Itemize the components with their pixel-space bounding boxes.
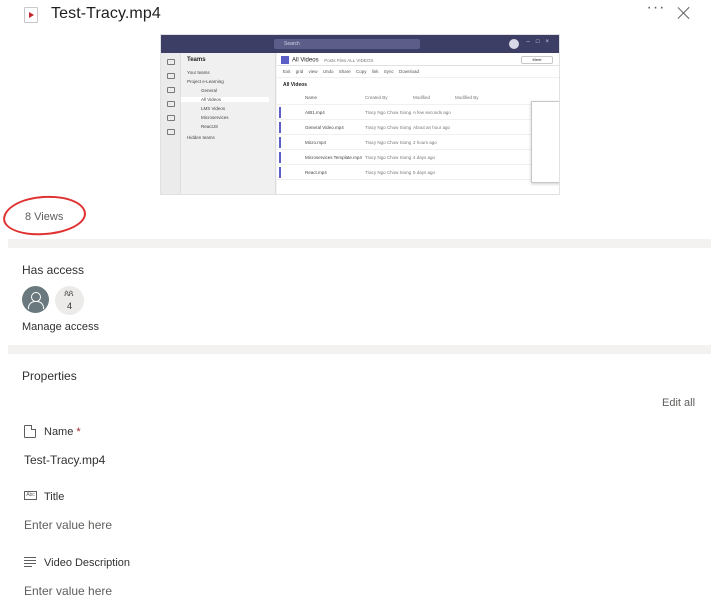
shared-group-badge[interactable]: ጰጰ 4 [55, 286, 84, 315]
people-icon: ጰጰ [64, 288, 74, 298]
thumb-search: Search [274, 39, 420, 49]
thumb-filter-dropdown [531, 101, 559, 183]
thumb-titlebar: Search –□× [161, 35, 559, 53]
name-value[interactable]: Test-Tracy.mp4 [24, 453, 105, 467]
text-field-icon: Abc [24, 491, 37, 500]
multiline-text-icon [24, 557, 36, 570]
name-label: Name * [44, 426, 81, 438]
thumb-avatar [509, 39, 519, 49]
section-divider [8, 345, 711, 354]
description-label: Video Description [44, 557, 131, 569]
thumb-teams-list: Teams Your teams Project e-Learning Gene… [181, 53, 276, 194]
panel-header: Test-Tracy.mp4 ··· [0, 0, 711, 30]
properties-heading: Properties [22, 369, 77, 383]
thumb-app-rail [161, 53, 181, 194]
section-divider [8, 239, 711, 248]
more-options-button[interactable]: ··· [646, 0, 666, 21]
thumb-main: All Videos Posts Files ALL VIDEOS Meet E… [277, 53, 559, 194]
document-icon [24, 425, 36, 438]
required-mark: * [76, 426, 81, 438]
title-input[interactable]: Enter value here [24, 518, 112, 532]
edit-all-button[interactable]: Edit all [662, 397, 695, 409]
has-access-heading: Has access [22, 263, 85, 277]
file-title: Test-Tracy.mp4 [51, 5, 161, 22]
close-icon[interactable] [676, 5, 692, 21]
annotation-circle [2, 193, 87, 238]
thumb-window-controls: –□× [526, 39, 555, 45]
description-input[interactable]: Enter value here [24, 584, 112, 598]
group-count: 4 [66, 301, 72, 311]
title-label: Title [44, 491, 65, 503]
video-thumbnail[interactable]: Search –□× Teams Your teams Project e-Le… [160, 34, 560, 195]
video-file-icon [24, 7, 38, 23]
user-avatar[interactable] [22, 286, 49, 313]
manage-access-link[interactable]: Manage access [22, 321, 99, 333]
